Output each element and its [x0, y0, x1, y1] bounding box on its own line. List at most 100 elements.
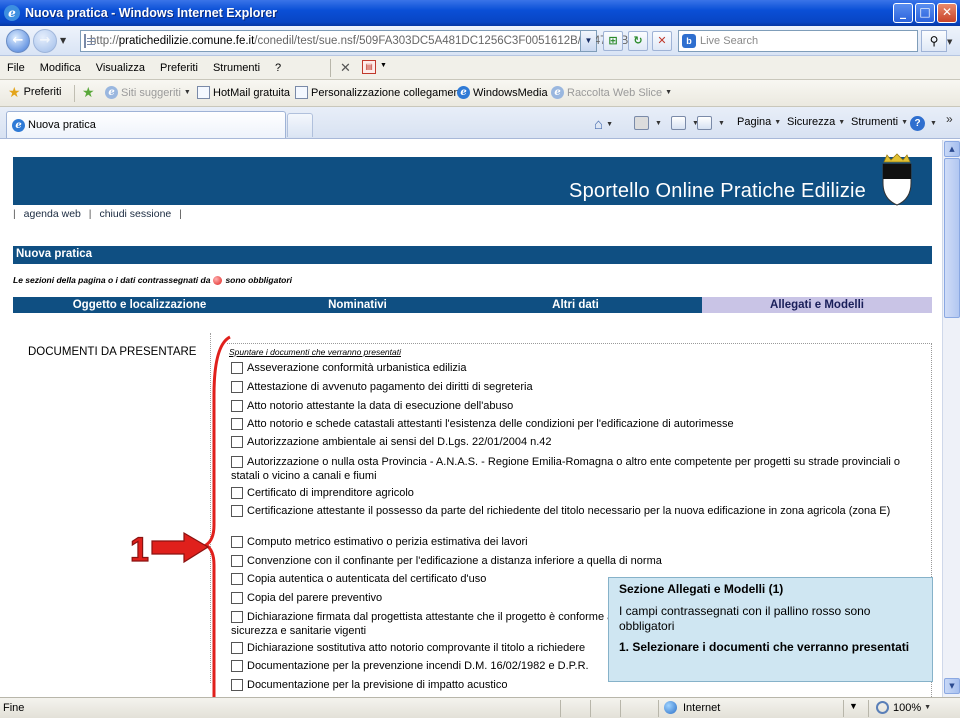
print-button[interactable]: ▼ — [697, 116, 725, 130]
stop-icon[interactable]: ✕ — [652, 31, 672, 51]
forward-button[interactable]: → — [33, 29, 57, 53]
help-menu[interactable]: ? ▼ — [910, 116, 937, 131]
chevron-down-icon: ▼ — [665, 89, 673, 96]
url-host: pratichedilizie.comune.fe.it — [118, 35, 255, 47]
chevron-down-icon: ▼ — [930, 120, 937, 127]
back-button[interactable]: ← — [6, 29, 30, 53]
menu-modifica[interactable]: Modifica — [33, 62, 89, 74]
help-infobox: Sezione Allegati e Modelli (1) I campi c… — [608, 577, 933, 682]
feeds-button[interactable]: ▼ — [634, 116, 662, 130]
minimize-button[interactable]: _ — [893, 3, 913, 23]
mail-button[interactable]: ▼ — [671, 116, 699, 130]
tab-oggetto-localizzazione[interactable]: Oggetto e localizzazione — [13, 297, 266, 313]
banner-title: Sportello Online Pratiche Edilizie — [569, 180, 866, 202]
tab-altri-dati[interactable]: Altri dati — [449, 297, 702, 313]
menu-help[interactable]: ? — [268, 62, 289, 74]
favorite-label: Personalizzazione collegamenti — [311, 86, 466, 99]
agenda-web-link[interactable]: agenda web — [24, 208, 81, 220]
document-label: Copia autentica o autenticata del certif… — [247, 573, 487, 585]
security-zone[interactable]: Internet — [664, 701, 720, 714]
pagina-menu[interactable]: Pagina ▼ — [737, 116, 781, 128]
menu-visualizza[interactable]: Visualizza — [89, 62, 153, 74]
new-tab-button[interactable] — [287, 113, 313, 137]
close-toolbar-icon[interactable]: ✕ — [340, 60, 351, 76]
document-label: Documentazione per la prevenzione incend… — [247, 660, 589, 672]
document-item: Computo metrico estimativo o perizia est… — [231, 535, 911, 549]
scroll-up-icon[interactable]: ▲ — [944, 141, 960, 157]
favorite-label: HotMail gratuita — [213, 86, 291, 99]
menu-strumenti[interactable]: Strumenti — [206, 62, 268, 74]
web-slice-icon: e — [551, 86, 564, 99]
chevron-down-icon: ▼ — [718, 119, 725, 127]
strumenti-label: Strumenti — [851, 116, 899, 128]
mail-icon — [671, 116, 686, 130]
menu-bar: File Modifica Visualizza Preferiti Strum… — [0, 56, 960, 80]
zoom-control[interactable]: 100% ▼ — [876, 701, 931, 714]
globe-icon — [664, 701, 677, 714]
maximize-button[interactable]: □ — [915, 3, 935, 23]
document-item: Autorizzazione ambientale ai sensi del D… — [231, 435, 911, 449]
scroll-thumb[interactable] — [944, 158, 960, 318]
search-options-dropdown-icon[interactable]: ▼ — [947, 38, 952, 46]
convert-pdf-icon[interactable]: ▤ — [362, 60, 376, 74]
chevron-down-icon: ▼ — [901, 118, 909, 126]
menu-file[interactable]: File — [0, 62, 33, 74]
search-placeholder: Live Search — [700, 35, 759, 47]
zoom-level: 100% — [893, 701, 922, 714]
document-label: Certificazione attestante il possesso da… — [247, 505, 891, 517]
favorite-hotmail[interactable]: HotMail gratuita — [197, 86, 290, 99]
tab-label: Nuova pratica — [28, 119, 96, 131]
infobox-step: 1. Selezionare i documenti che verranno … — [619, 640, 910, 654]
refresh-icon[interactable]: ↻ — [628, 31, 648, 51]
favorite-windowsmedia[interactable]: e WindowsMedia — [457, 86, 548, 99]
more-commands-icon[interactable]: » — [946, 112, 953, 126]
strumenti-menu[interactable]: Strumenti ▼ — [851, 116, 908, 128]
favorites-bar: ★ Preferiti ★ e Siti suggeriti ▼ HotMail… — [0, 80, 960, 107]
search-input[interactable]: b Live Search — [678, 30, 918, 52]
tab-row: e Nuova pratica ⌂ ▼ ▼ ▼ ▼ Pagina ▼ Sicur… — [0, 107, 960, 139]
tab-nominativi[interactable]: Nominativi — [266, 297, 449, 313]
step-number: 1 — [130, 531, 149, 566]
favorite-personalizzazione[interactable]: Personalizzazione collegamenti — [295, 86, 465, 99]
document-item: Attestazione di avvenuto pagamento dei d… — [231, 380, 911, 394]
section-title: Nuova pratica — [13, 246, 932, 264]
document-label: Convenzione con il confinante per l'edif… — [247, 555, 662, 567]
add-favorite-icon: ★ — [82, 84, 95, 100]
document-label: Autorizzazione o nulla osta Provincia - … — [231, 456, 901, 482]
top-links: | agenda web | chiudi sessione | — [13, 208, 182, 220]
document-label: Autorizzazione ambientale ai sensi del D… — [247, 436, 552, 448]
home-button[interactable]: ⌂ ▼ — [594, 116, 613, 133]
favorites-button[interactable]: ★ Preferiti — [8, 85, 62, 99]
window-controls: _ □ ✕ — [893, 3, 957, 23]
scroll-down-icon[interactable]: ▼ — [944, 678, 960, 694]
tab-nuova-pratica[interactable]: e Nuova pratica — [6, 111, 286, 138]
document-label: Documentazione per la previsione di impa… — [247, 679, 508, 691]
document-item: Certificato di imprenditore agricolo — [231, 486, 911, 500]
site-banner: Sportello Online Pratiche Edilizie — [13, 157, 932, 205]
menu-preferiti[interactable]: Preferiti — [153, 62, 206, 74]
tab-allegati-modelli[interactable]: Allegati e Modelli — [702, 297, 932, 313]
add-favorite-button[interactable]: ★ — [82, 84, 98, 100]
ie-page-icon: e — [105, 86, 118, 99]
favorites-label: Preferiti — [23, 86, 62, 98]
chevron-down-icon: ▼ — [655, 119, 662, 127]
document-label: Dichiarazione sostitutiva atto notorio c… — [247, 642, 586, 654]
chiudi-sessione-link[interactable]: chiudi sessione — [99, 208, 171, 220]
protected-mode-dropdown-icon[interactable]: ▼ — [849, 701, 858, 711]
document-item: Convenzione con il confinante per l'edif… — [231, 554, 911, 568]
close-button[interactable]: ✕ — [937, 3, 957, 23]
address-bar[interactable]: http://pratichedilizie.comune.fe.it/cone… — [80, 30, 628, 52]
vertical-scrollbar[interactable]: ▲ ▼ — [942, 140, 960, 697]
recent-pages-dropdown-icon[interactable]: ▼ — [60, 36, 66, 45]
favorite-siti-suggeriti[interactable]: e Siti suggeriti ▼ — [105, 86, 191, 99]
convert-dropdown-icon[interactable]: ▼ — [380, 62, 387, 69]
sicurezza-menu[interactable]: Sicurezza ▼ — [787, 116, 845, 128]
address-dropdown-icon[interactable]: ▼ — [580, 31, 596, 51]
search-button[interactable]: ⚲ — [921, 30, 947, 52]
document-label: Asseverazione conformità urbanistica edi… — [247, 362, 467, 374]
chevron-down-icon: ▼ — [924, 704, 932, 711]
url-prefix: http:// — [90, 35, 119, 47]
compatibility-view-icon[interactable]: ⊞ — [603, 31, 623, 51]
page-icon — [295, 86, 308, 99]
favorite-raccolta-web-slice[interactable]: e Raccolta Web Slice ▼ — [551, 86, 672, 99]
